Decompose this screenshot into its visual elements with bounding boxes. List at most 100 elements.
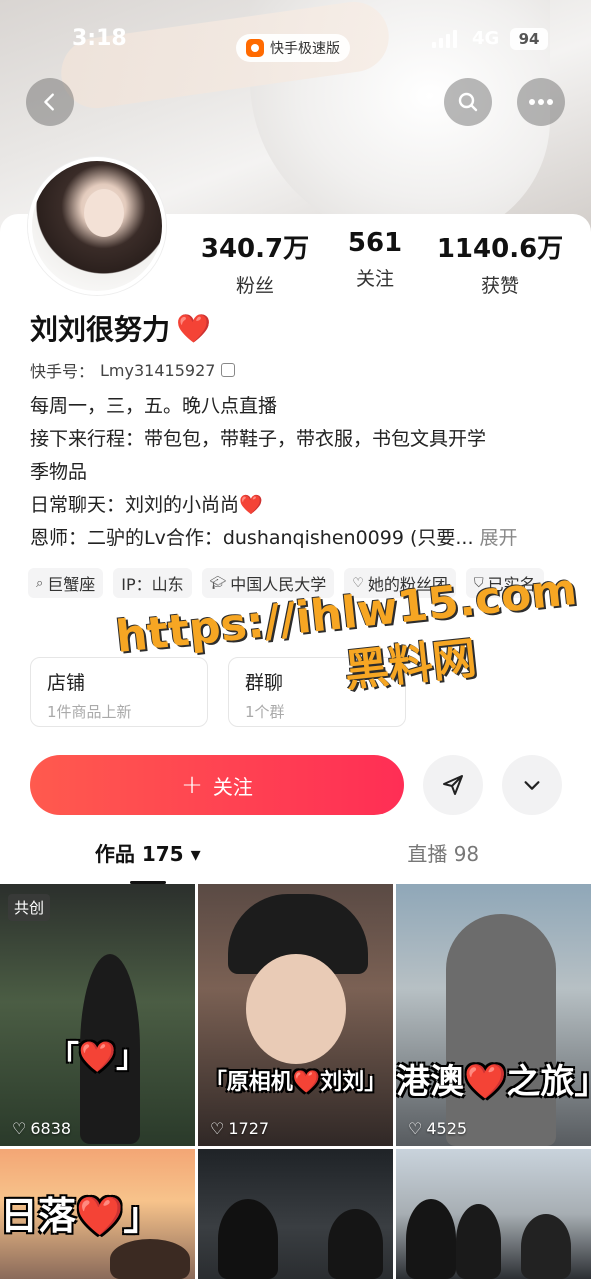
status-time: 3:18 bbox=[72, 26, 127, 51]
follow-button[interactable]: + 关注 bbox=[30, 755, 404, 815]
video-caption: 港澳❤️之旅」 bbox=[396, 1062, 591, 1102]
video-thumbnail[interactable]: 共创 「❤️」 ♡ 6838 bbox=[0, 884, 195, 1146]
bio-line: 日常聊天：刘刘的小尚尚❤️ bbox=[30, 494, 263, 516]
stat-following-value: 561 bbox=[347, 228, 403, 258]
video-likes: ♡ 1727 bbox=[210, 1119, 269, 1138]
kuaishou-logo-icon bbox=[246, 39, 264, 57]
group-subtitle: 1个群 bbox=[245, 703, 285, 721]
video-caption: 「原相机❤️刘刘」 bbox=[204, 1070, 387, 1095]
battery-icon: 94 bbox=[510, 28, 548, 50]
more-options-button[interactable] bbox=[502, 755, 562, 815]
video-likes-count: 4525 bbox=[426, 1119, 468, 1138]
heart-outline-icon: ♡ bbox=[408, 1119, 423, 1138]
video-figure bbox=[406, 1199, 456, 1279]
avatar[interactable] bbox=[28, 157, 166, 295]
video-face bbox=[246, 954, 346, 1064]
profile-bio[interactable]: 每周一，三，五。晚八点直播 接下来行程：带包包，带鞋子，带衣服，书包文具开学 季… bbox=[30, 390, 570, 555]
heart-outline-icon: ♡ bbox=[12, 1119, 27, 1138]
signal-icon bbox=[432, 30, 457, 48]
search-button[interactable] bbox=[444, 78, 492, 126]
send-icon bbox=[443, 775, 463, 795]
profile-name-text: 刘刘很努力 bbox=[30, 313, 171, 346]
video-likes: ♡ 6838 bbox=[12, 1119, 71, 1138]
shop-entry[interactable]: 店铺 1件商品上新 bbox=[30, 657, 208, 727]
graduation-cap-icon: 🎓︎ bbox=[209, 575, 227, 591]
tag-fan-group[interactable]: ♡ 她的粉丝团 bbox=[344, 568, 456, 598]
tab-works[interactable]: 作品 175 ▾ bbox=[0, 838, 296, 884]
video-figure bbox=[110, 1239, 190, 1279]
bio-line: 季物品 bbox=[30, 461, 88, 483]
tab-live[interactable]: 直播 98 bbox=[296, 838, 591, 882]
search-icon bbox=[458, 92, 478, 112]
group-chat-entry[interactable]: 群聊 1个群 bbox=[228, 657, 406, 727]
tag-label: 已实名 bbox=[487, 575, 536, 594]
bio-line-text: 恩师：二驴的Lv合作：dushanqishen0099 (只要... bbox=[30, 527, 474, 549]
stat-fans-label: 粉丝 bbox=[235, 275, 274, 297]
bio-line: 接下来行程：带包包，带鞋子，带衣服，书包文具开学 bbox=[30, 428, 487, 450]
stat-likes-value: 1140.6万 bbox=[436, 234, 564, 264]
user-id-value: Lmy31415927 bbox=[100, 360, 216, 380]
video-likes-count: 6838 bbox=[30, 1119, 72, 1138]
profile-name: 刘刘很努力 ❤️ bbox=[30, 308, 211, 348]
search-icon: ⌕ bbox=[36, 575, 44, 591]
more-button[interactable] bbox=[517, 78, 565, 126]
video-likes: ♡ 4525 bbox=[408, 1119, 467, 1138]
video-thumbnail[interactable] bbox=[396, 1149, 591, 1279]
stat-following[interactable]: 561 关注 bbox=[320, 228, 430, 298]
network-type: 4G bbox=[472, 28, 500, 49]
tag-label: 她的粉丝团 bbox=[367, 575, 448, 594]
tag-label: IP：山东 bbox=[121, 575, 184, 594]
heart-outline-icon: ♡ bbox=[210, 1119, 225, 1138]
copy-icon[interactable] bbox=[221, 363, 236, 377]
profile-tags: ⌕ 巨蟹座 IP：山东 🎓︎ 中国人民大学 ♡ 她的粉丝团 ⛉ 已实名 bbox=[28, 568, 568, 598]
video-thumbnail[interactable]: 港澳❤️之旅」 ♡ 4525 bbox=[396, 884, 591, 1146]
video-figure bbox=[328, 1209, 383, 1279]
stat-likes[interactable]: 1140.6万 获赞 bbox=[430, 228, 570, 298]
video-caption: 「❤️」 bbox=[48, 1040, 147, 1075]
video-figure bbox=[218, 1199, 278, 1279]
tag-school[interactable]: 🎓︎ 中国人民大学 bbox=[201, 568, 335, 598]
tag-label: 中国人民大学 bbox=[230, 575, 327, 594]
shop-subtitle: 1件商品上新 bbox=[47, 703, 132, 721]
group-title: 群聊 bbox=[245, 672, 284, 694]
tag-label: 巨蟹座 bbox=[47, 575, 96, 594]
video-thumbnail[interactable] bbox=[198, 1149, 393, 1279]
video-figure bbox=[521, 1214, 571, 1279]
back-button[interactable] bbox=[26, 78, 74, 126]
content-tabs: 作品 175 ▾ 直播 98 bbox=[0, 838, 591, 884]
heart-icon: ❤️ bbox=[176, 311, 211, 345]
video-likes-count: 1727 bbox=[228, 1119, 270, 1138]
bio-expand-link[interactable]: 展开 bbox=[480, 527, 518, 549]
co-create-badge: 共创 bbox=[8, 894, 51, 921]
shop-title: 店铺 bbox=[47, 672, 86, 694]
app-pill[interactable]: 快手极速版 bbox=[236, 34, 350, 62]
stat-likes-label: 获赞 bbox=[480, 275, 519, 297]
avatar-face bbox=[84, 189, 124, 237]
video-grid: 共创 「❤️」 ♡ 6838 「原相机❤️刘刘」 ♡ 1727 港澳❤️之旅」 … bbox=[0, 884, 591, 1279]
more-dots-icon bbox=[529, 99, 553, 105]
app-name: 快手极速版 bbox=[270, 41, 340, 57]
user-id: 快手号： Lmy31415927 bbox=[30, 358, 236, 382]
video-thumbnail[interactable]: 日落❤️」 bbox=[0, 1149, 195, 1279]
chevron-down-icon bbox=[524, 781, 540, 790]
bio-line: 恩师：二驴的Lv合作：dushanqishen0099 (只要... 展开 bbox=[30, 522, 570, 555]
chevron-left-icon bbox=[44, 93, 54, 111]
share-button[interactable] bbox=[423, 755, 483, 815]
video-figure bbox=[446, 914, 556, 1146]
stat-following-label: 关注 bbox=[355, 268, 394, 290]
stat-fans[interactable]: 340.7万 粉丝 bbox=[190, 228, 320, 298]
shield-icon: ⛉ bbox=[473, 575, 484, 591]
tag-ip[interactable]: IP：山东 bbox=[113, 568, 192, 598]
video-thumbnail[interactable]: 「原相机❤️刘刘」 ♡ 1727 bbox=[198, 884, 393, 1146]
heart-outline-icon: ♡ bbox=[352, 575, 364, 591]
profile-stats: 340.7万 粉丝 561 关注 1140.6万 获赞 bbox=[190, 228, 580, 298]
video-figure bbox=[456, 1204, 501, 1279]
bio-line: 每周一，三，五。晚八点直播 bbox=[30, 395, 278, 417]
video-caption: 日落❤️」 bbox=[0, 1194, 162, 1238]
tag-verified[interactable]: ⛉ 已实名 bbox=[465, 568, 544, 598]
follow-label: 关注 bbox=[212, 774, 253, 799]
plus-icon: + bbox=[181, 770, 203, 800]
tag-zodiac[interactable]: ⌕ 巨蟹座 bbox=[28, 568, 104, 598]
stat-fans-value: 340.7万 bbox=[200, 234, 310, 264]
status-bar: 3:18 快手极速版 4G 94 bbox=[0, 22, 591, 62]
